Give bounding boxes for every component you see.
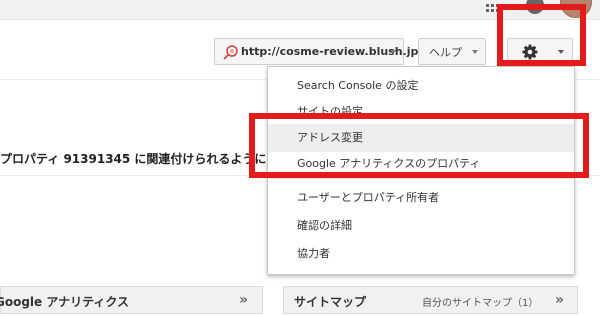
menu-item-search-console-settings[interactable]: Search Console の設定 — [268, 72, 574, 100]
settings-dropdown-menu: Search Console の設定 サイトの設定 アドレス変更 Google … — [267, 66, 575, 275]
apps-grid-icon[interactable] — [486, 4, 500, 12]
menu-divider — [268, 178, 574, 179]
analytics-panel-title: Google アナリティクス — [0, 295, 130, 309]
menu-item-analytics-property[interactable]: Google アナリティクスのプロパティ — [268, 150, 574, 178]
sitemap-count: 自分のサイトマップ（1） — [422, 298, 539, 309]
avatar[interactable] — [560, 0, 592, 18]
help-label: ヘルプ — [429, 45, 462, 59]
double-chevron-right-icon: » — [555, 292, 564, 308]
notifications-icon[interactable] — [526, 0, 544, 14]
sitemap-panel-title: サイトマップ — [294, 295, 367, 309]
gear-icon — [522, 44, 538, 60]
double-chevron-right-icon: » — [239, 292, 248, 308]
site-favicon-icon — [223, 44, 239, 60]
sitemap-panel[interactable]: サイトマップ 自分のサイトマップ（1） » — [283, 286, 578, 314]
menu-item-users-and-owners[interactable]: ユーザーとプロパティ所有者 — [268, 184, 574, 212]
top-bar — [0, 0, 600, 20]
chevron-down-icon — [472, 50, 478, 54]
menu-item-verification-details[interactable]: 確認の詳細 — [268, 212, 574, 240]
site-selector[interactable]: http://cosme-review.blush.jp/ — [214, 38, 422, 65]
chevron-down-icon — [558, 50, 564, 54]
chevron-down-icon — [390, 50, 396, 54]
property-notice-text: プロパティ 91391345 に関連付けられるようにな — [0, 152, 279, 166]
menu-item-associates[interactable]: 協力者 — [268, 240, 574, 268]
menu-item-change-of-address[interactable]: アドレス変更 — [268, 124, 574, 152]
menu-item-site-settings[interactable]: サイトの設定 — [268, 98, 574, 126]
settings-button[interactable] — [507, 38, 573, 65]
help-button[interactable]: ヘルプ — [418, 38, 486, 65]
analytics-panel[interactable]: Google アナリティクス » — [0, 286, 263, 314]
